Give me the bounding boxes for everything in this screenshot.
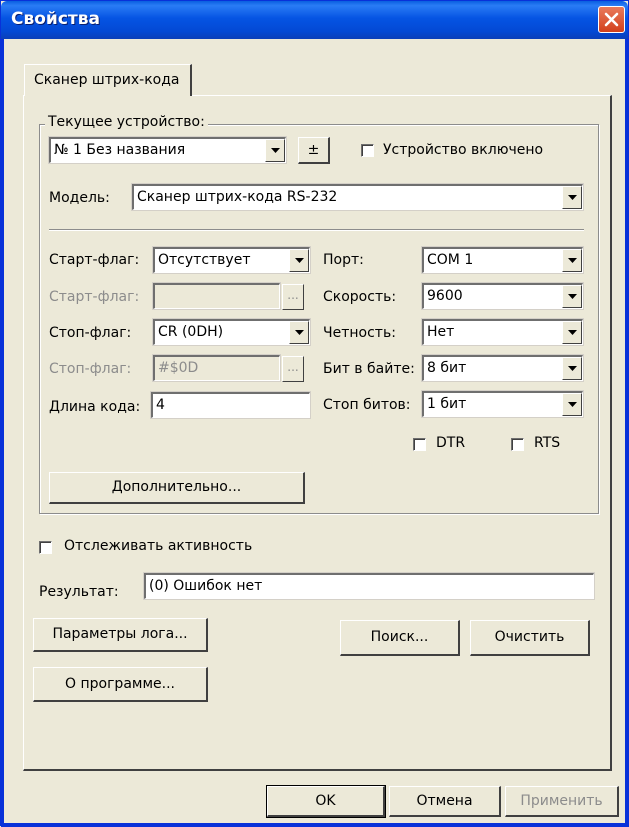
device-enabled-label: Устройство включено: [383, 142, 544, 158]
speed-value: 9600: [427, 288, 463, 304]
stop-flag-custom-input[interactable]: #$0D: [152, 354, 281, 382]
window-frame-left: [1, 39, 4, 825]
clear-button-label: Очистить: [494, 629, 565, 645]
close-icon: [604, 12, 619, 27]
stop-bits-label: Стоп битов:: [323, 397, 411, 413]
log-params-button-label: Параметры лога...: [52, 626, 188, 642]
stop-flag-custom-label: Стоп-флаг:: [49, 361, 132, 377]
tab-barcode-scanner[interactable]: Сканер штрих-кода: [24, 64, 192, 96]
speed-select[interactable]: 9600: [421, 282, 584, 310]
result-field[interactable]: (0) Ошибок нет: [143, 572, 595, 600]
result-label: Результат:: [39, 584, 119, 600]
search-button-label: Поиск...: [370, 629, 429, 645]
plus-minus-label: ±: [307, 142, 320, 158]
parity-label: Четность:: [323, 325, 396, 341]
rts-checkbox[interactable]: [511, 438, 524, 451]
stop-flag-dropdown-button[interactable]: [289, 321, 309, 344]
window-frame-right: [625, 39, 629, 825]
track-activity-checkbox[interactable]: [39, 541, 52, 554]
start-flag-custom-label: Старт-флаг:: [49, 289, 140, 305]
advanced-button[interactable]: Дополнительно...: [49, 472, 305, 504]
device-dropdown-button[interactable]: [265, 139, 285, 162]
start-flag-browse-button[interactable]: ...: [282, 284, 304, 310]
chevron-down-icon: [568, 195, 577, 200]
device-select[interactable]: № 1 Без названия: [48, 136, 287, 164]
chevron-down-icon: [568, 258, 577, 263]
start-flag-select[interactable]: Отсутствует: [152, 246, 311, 274]
chevron-down-icon: [271, 148, 280, 153]
cancel-button[interactable]: Отмена: [389, 786, 501, 817]
dtr-checkbox[interactable]: [413, 438, 426, 451]
start-flag-custom-input[interactable]: [152, 282, 281, 310]
start-flag-label: Старт-флаг:: [49, 252, 140, 268]
chevron-down-icon: [295, 330, 304, 335]
device-enabled-checkbox[interactable]: [361, 144, 374, 157]
apply-button-label: Применить: [520, 793, 603, 809]
ok-button-label: OK: [315, 793, 336, 809]
chevron-down-icon: [568, 330, 577, 335]
model-dropdown-button[interactable]: [562, 186, 582, 209]
model-select-value: Сканер штрих-кода RS-232: [137, 189, 338, 205]
advanced-button-label: Дополнительно...: [111, 479, 242, 495]
parity-value: Нет: [427, 324, 455, 340]
stop-flag-label: Стоп-флаг:: [49, 325, 132, 341]
chevron-down-icon: [295, 258, 304, 263]
bits-per-byte-label: Бит в байте:: [323, 361, 415, 377]
port-label: Порт:: [323, 252, 364, 268]
apply-button[interactable]: Применить: [505, 786, 619, 817]
code-length-input[interactable]: 4: [150, 391, 311, 419]
bits-per-byte-dropdown-button[interactable]: [562, 357, 582, 380]
port-dropdown-button[interactable]: [562, 249, 582, 272]
log-params-button[interactable]: Параметры лога...: [33, 618, 208, 652]
chevron-down-icon: [568, 294, 577, 299]
speed-dropdown-button[interactable]: [562, 285, 582, 308]
title-bar[interactable]: Свойства: [1, 1, 628, 39]
stop-bits-select[interactable]: 1 бит: [421, 390, 584, 418]
window-title: Свойства: [11, 9, 100, 29]
speed-label: Скорость:: [323, 289, 397, 305]
tab-label: Сканер штрих-кода: [34, 72, 180, 88]
device-select-value: № 1 Без названия: [54, 142, 186, 158]
start-flag-value: Отсутствует: [158, 252, 251, 268]
window-frame-bottom: [1, 823, 629, 827]
port-value: COM 1: [427, 252, 474, 268]
search-button[interactable]: Поиск...: [340, 620, 460, 656]
close-button[interactable]: [598, 6, 625, 33]
port-select[interactable]: COM 1: [421, 246, 584, 274]
model-label: Модель:: [49, 190, 110, 206]
parity-dropdown-button[interactable]: [562, 321, 582, 344]
model-select[interactable]: Сканер штрих-кода RS-232: [131, 183, 584, 211]
plus-minus-button[interactable]: ±: [298, 137, 330, 164]
chevron-down-icon: [568, 366, 577, 371]
rts-label: RTS: [534, 435, 561, 451]
track-activity-label: Отслеживать активность: [64, 538, 253, 554]
ok-button[interactable]: OK: [266, 785, 386, 818]
stop-flag-value: CR (0DH): [158, 324, 224, 340]
stop-bits-dropdown-button[interactable]: [562, 393, 582, 416]
about-button-label: О программе...: [65, 676, 175, 692]
code-length-label: Длина кода:: [49, 399, 141, 415]
stop-bits-value: 1 бит: [427, 396, 467, 412]
stop-flag-select[interactable]: CR (0DH): [152, 318, 311, 346]
start-flag-dropdown-button[interactable]: [289, 249, 309, 272]
chevron-down-icon: [568, 402, 577, 407]
stop-flag-browse-button[interactable]: ...: [282, 356, 304, 382]
bits-per-byte-select[interactable]: 8 бит: [421, 354, 584, 382]
dtr-label: DTR: [436, 435, 466, 451]
current-device-group-title: Текущее устройство:: [45, 114, 208, 130]
stop-flag-custom-value: #$0D: [158, 360, 199, 376]
result-value: (0) Ошибок нет: [149, 578, 263, 594]
about-button[interactable]: О программе...: [33, 667, 208, 702]
parity-select[interactable]: Нет: [421, 318, 584, 346]
cancel-button-label: Отмена: [416, 793, 473, 809]
separator: [49, 229, 584, 231]
code-length-value: 4: [156, 397, 165, 413]
bits-per-byte-value: 8 бит: [427, 360, 467, 376]
clear-button[interactable]: Очистить: [470, 620, 590, 656]
properties-dialog: Свойства Сканер штрих-кода Текущее устро…: [0, 0, 629, 827]
